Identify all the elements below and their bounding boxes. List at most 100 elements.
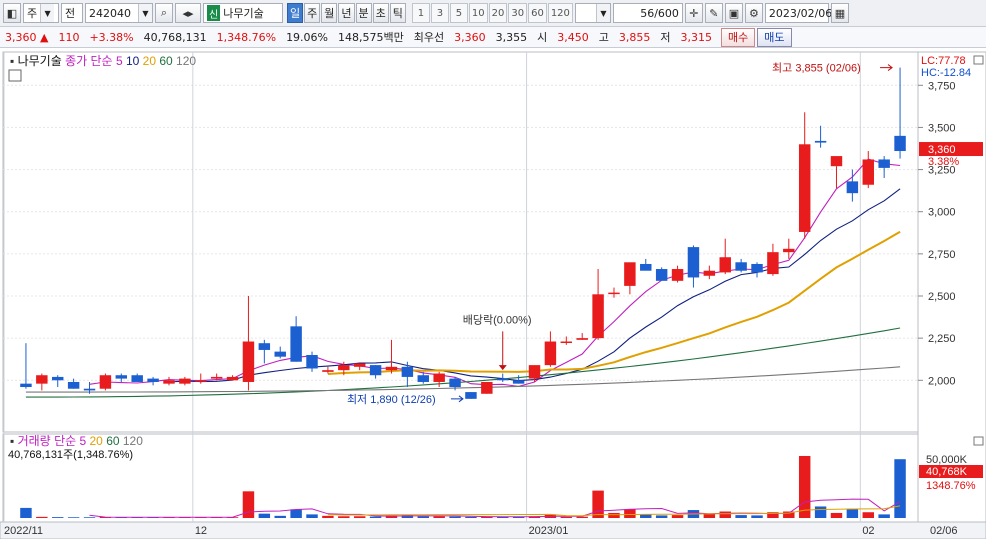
high-price: 3,855 <box>618 30 651 44</box>
price-chart[interactable]: 3,7503,5003,2503,0002,7502,5002,2502,000… <box>0 48 986 539</box>
volume-bar <box>306 514 318 518</box>
candle-body <box>798 144 811 232</box>
stock-name-field[interactable]: 신 나무기술 <box>203 3 283 23</box>
candle-body <box>624 262 636 286</box>
interval-button-1[interactable]: 1 <box>411 3 430 23</box>
legend-square-icon: ▪ <box>10 434 18 448</box>
buy-button[interactable]: 매수 <box>721 27 756 47</box>
save-icon[interactable]: ▣ <box>724 3 743 23</box>
interval-button-3[interactable]: 3 <box>430 3 449 23</box>
candle-body <box>274 351 286 357</box>
toolbar: ◧ 주 ▼ 전 242040 ▼ ⌕ ◂▸ 신 나무기술 일주월년분초틱 1 3 5 10… <box>0 0 986 27</box>
market-select[interactable]: 주 ▼ <box>23 3 59 23</box>
candle-body <box>687 247 700 278</box>
candle-body <box>608 292 620 295</box>
interval-button-30[interactable]: 30 <box>508 3 528 23</box>
candle-body <box>878 159 890 168</box>
volume-legend: ▪ 거래량 단순 5 20 60 120 <box>10 434 143 448</box>
date-field[interactable]: 2023/02/06 <box>764 3 833 23</box>
candle-body <box>862 159 874 185</box>
candle-body <box>226 376 239 381</box>
volume-bar <box>83 517 96 518</box>
interval-button-60[interactable]: 60 <box>528 3 547 23</box>
volume-bar <box>52 517 64 518</box>
volume-bar <box>274 515 286 518</box>
code-input[interactable]: 242040 ▼ <box>85 3 153 23</box>
volume-bar <box>846 508 859 518</box>
speaker-icon[interactable]: ◂▸ <box>175 3 201 23</box>
interval-select[interactable]: ▼ <box>574 3 611 23</box>
candle-body <box>655 269 668 281</box>
volume-bar <box>576 516 588 518</box>
chevron-down-icon: ▼ <box>138 4 152 22</box>
window-icon[interactable]: ◧ <box>3 3 21 23</box>
best-quote-label: 최우선 <box>413 31 445 44</box>
volume-axis-label: 50,000K <box>926 454 968 466</box>
volume-bar <box>481 516 493 518</box>
period-tab-4[interactable]: 분 <box>355 3 372 23</box>
candle-body <box>433 373 445 382</box>
candle-body <box>481 381 493 394</box>
period-tab-0[interactable]: 일 <box>287 3 304 23</box>
volume-bar <box>655 515 668 518</box>
volume-bar <box>798 455 811 518</box>
date-label: 2023/01 <box>529 525 569 537</box>
volume-bar <box>338 516 350 518</box>
candle-body <box>115 375 128 379</box>
volume-bar <box>608 512 620 518</box>
period-tab-2[interactable]: 월 <box>321 3 338 23</box>
date-label: 2022/11 <box>4 525 43 537</box>
count-field[interactable]: 56/600 <box>612 3 683 23</box>
candle-body <box>592 294 604 339</box>
volume-bar <box>465 516 477 518</box>
period-tab-5[interactable]: 초 <box>372 3 389 23</box>
volume-legend-ma-60: 60 <box>106 434 123 448</box>
volume-legend-ma-120: 120 <box>123 434 143 448</box>
candle-body <box>767 252 779 275</box>
price-axis-label: 3,000 <box>928 207 956 219</box>
candle-body <box>36 375 48 384</box>
interval-button-10[interactable]: 10 <box>468 3 488 23</box>
period-tab-1[interactable]: 주 <box>304 3 321 23</box>
count-total: /600 <box>654 6 679 20</box>
volume-bar <box>369 516 382 518</box>
volume-bar <box>258 513 271 518</box>
volume-tag-label: 40,768K <box>926 466 968 478</box>
current-price-tag-label: 3,360 <box>928 144 956 156</box>
stock-name: 나무기술 <box>223 7 264 20</box>
interval-button-5[interactable]: 5 <box>449 3 468 23</box>
volume-bar <box>592 490 604 518</box>
volume-info: 40,768,131주(1,348.76%) <box>8 449 133 461</box>
sell-button[interactable]: 매도 <box>757 27 792 47</box>
price-axis-label: 2,000 <box>928 375 956 387</box>
search-icon[interactable]: ⌕ <box>155 3 173 23</box>
candle-body <box>465 392 477 399</box>
price-axis-label: 2,250 <box>928 333 956 345</box>
volume-bar <box>242 491 255 518</box>
candle-body <box>417 375 429 382</box>
candle-body <box>703 270 716 276</box>
high-annotation: 최고 3,855 (02/06) <box>772 62 861 75</box>
crosshair-icon[interactable]: ✛ <box>684 3 703 23</box>
candle-body <box>512 380 525 384</box>
candle-body <box>671 269 684 281</box>
candle-body <box>147 378 159 382</box>
date-value: 2023/02/06 <box>768 6 833 20</box>
type-select[interactable]: 전 <box>61 3 83 23</box>
volume-legend-ma-20: 20 <box>90 434 107 448</box>
candle-body <box>783 248 795 253</box>
period-tab-3[interactable]: 년 <box>338 3 355 23</box>
gear-icon[interactable]: ⚙ <box>744 3 763 23</box>
volume-value: 40,768,131 <box>143 30 207 44</box>
draw-icon[interactable]: ✎ <box>704 3 723 23</box>
interval-button-120[interactable]: 120 <box>547 3 573 23</box>
calendar-icon[interactable]: ▦ <box>830 3 849 23</box>
candle-body <box>131 375 143 382</box>
volume-bar <box>353 516 366 518</box>
candle-body <box>576 338 588 340</box>
volume-bar <box>417 516 429 518</box>
candle-body <box>544 341 557 366</box>
interval-button-20[interactable]: 20 <box>488 3 508 23</box>
volume-tag-pct: 1348.76% <box>926 480 976 492</box>
period-tab-6[interactable]: 틱 <box>389 3 406 23</box>
